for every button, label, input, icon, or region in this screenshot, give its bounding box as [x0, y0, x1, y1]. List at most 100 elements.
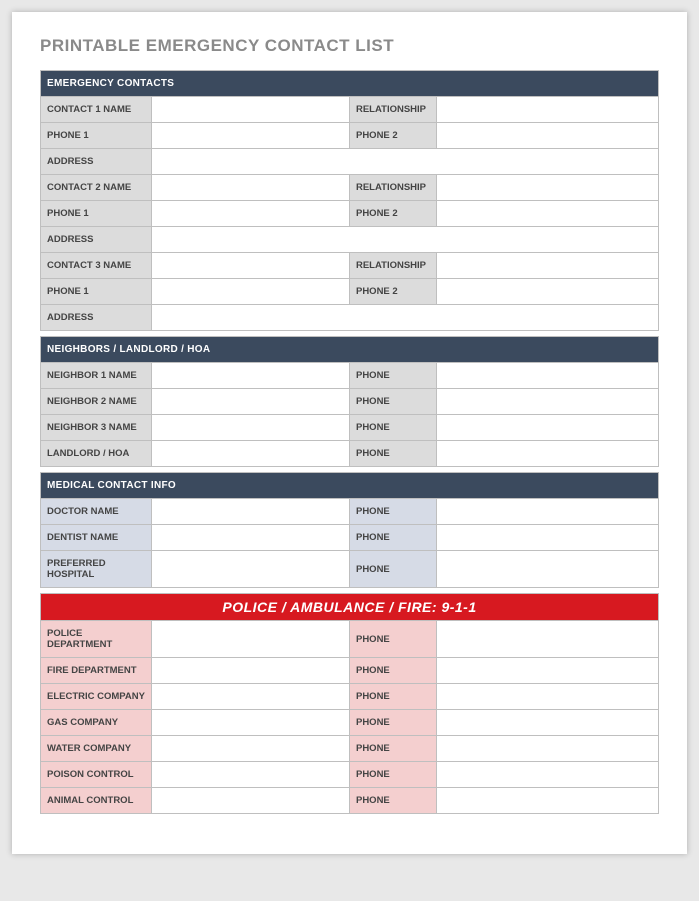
field-label: PHONE 1 — [41, 279, 152, 305]
field-value — [436, 499, 659, 525]
field-label: PREFERRED HOSPITAL — [41, 551, 152, 588]
table-row: LANDLORD / HOA PHONE — [41, 441, 659, 467]
table-row: FIRE DEPARTMENT PHONE — [41, 658, 659, 684]
field-value — [152, 525, 350, 551]
field-label: ELECTRIC COMPANY — [41, 684, 152, 710]
field-value — [152, 97, 350, 123]
table-row: POISON CONTROL PHONE — [41, 762, 659, 788]
contact-row: CONTACT 1 NAME RELATIONSHIP — [41, 97, 659, 123]
field-label: PHONE 2 — [349, 201, 436, 227]
field-value — [436, 710, 659, 736]
field-value — [436, 684, 659, 710]
field-label: FIRE DEPARTMENT — [41, 658, 152, 684]
table-row: WATER COMPANY PHONE — [41, 736, 659, 762]
table-row: PREFERRED HOSPITAL PHONE — [41, 551, 659, 588]
field-label: NEIGHBOR 2 NAME — [41, 389, 152, 415]
section-header-emergency: EMERGENCY CONTACTS — [41, 71, 659, 97]
field-label: PHONE — [349, 499, 436, 525]
table-row: POLICE DEPARTMENT PHONE — [41, 621, 659, 658]
field-value — [152, 710, 350, 736]
table-row: NEIGHBOR 3 NAME PHONE — [41, 415, 659, 441]
section-header-label: POLICE / AMBULANCE / FIRE: 9-1-1 — [41, 594, 659, 621]
field-label: ADDRESS — [41, 305, 152, 331]
field-label: PHONE 2 — [349, 123, 436, 149]
section-header-label: MEDICAL CONTACT INFO — [41, 473, 659, 499]
field-label: RELATIONSHIP — [349, 175, 436, 201]
field-value — [152, 363, 350, 389]
field-value — [152, 621, 350, 658]
contact-row: CONTACT 2 NAME RELATIONSHIP — [41, 175, 659, 201]
field-value — [152, 123, 350, 149]
table-row: ANIMAL CONTROL PHONE — [41, 788, 659, 814]
contact-row: ADDRESS — [41, 227, 659, 253]
field-value — [152, 149, 659, 175]
field-label: WATER COMPANY — [41, 736, 152, 762]
table-row: ELECTRIC COMPANY PHONE — [41, 684, 659, 710]
field-value — [152, 441, 350, 467]
field-label: CONTACT 1 NAME — [41, 97, 152, 123]
field-value — [152, 415, 350, 441]
contact-row: CONTACT 3 NAME RELATIONSHIP — [41, 253, 659, 279]
field-label: ANIMAL CONTROL — [41, 788, 152, 814]
field-value — [436, 736, 659, 762]
contact-row: PHONE 1 PHONE 2 — [41, 123, 659, 149]
field-value — [152, 762, 350, 788]
section-header-label: NEIGHBORS / LANDLORD / HOA — [41, 337, 659, 363]
table-row: DENTIST NAME PHONE — [41, 525, 659, 551]
field-label: PHONE — [349, 762, 436, 788]
field-label: PHONE — [349, 415, 436, 441]
field-value — [436, 279, 659, 305]
table-row: DOCTOR NAME PHONE — [41, 499, 659, 525]
contact-row: ADDRESS — [41, 305, 659, 331]
field-value — [152, 175, 350, 201]
field-label: PHONE — [349, 441, 436, 467]
field-label: CONTACT 3 NAME — [41, 253, 152, 279]
field-value — [436, 551, 659, 588]
field-value — [152, 253, 350, 279]
field-value — [152, 788, 350, 814]
field-label: NEIGHBOR 1 NAME — [41, 363, 152, 389]
section-header-urgent: POLICE / AMBULANCE / FIRE: 9-1-1 — [41, 594, 659, 621]
field-value — [152, 736, 350, 762]
table-row: NEIGHBOR 2 NAME PHONE — [41, 389, 659, 415]
field-label: RELATIONSHIP — [349, 97, 436, 123]
field-value — [436, 658, 659, 684]
page-title: PRINTABLE EMERGENCY CONTACT LIST — [40, 36, 659, 56]
field-label: PHONE 2 — [349, 279, 436, 305]
field-label: POISON CONTROL — [41, 762, 152, 788]
field-value — [436, 621, 659, 658]
field-label: PHONE — [349, 525, 436, 551]
field-value — [436, 363, 659, 389]
field-label: RELATIONSHIP — [349, 253, 436, 279]
field-value — [436, 253, 659, 279]
field-value — [436, 788, 659, 814]
field-value — [152, 684, 350, 710]
field-label: GAS COMPANY — [41, 710, 152, 736]
field-value — [436, 389, 659, 415]
field-label: PHONE — [349, 788, 436, 814]
field-value — [152, 499, 350, 525]
table-row: NEIGHBOR 1 NAME PHONE — [41, 363, 659, 389]
contact-row: PHONE 1 PHONE 2 — [41, 201, 659, 227]
field-label: POLICE DEPARTMENT — [41, 621, 152, 658]
field-label: ADDRESS — [41, 149, 152, 175]
field-label: PHONE 1 — [41, 201, 152, 227]
field-value — [152, 279, 350, 305]
field-value — [436, 175, 659, 201]
section-header-medical: MEDICAL CONTACT INFO — [41, 473, 659, 499]
field-label: PHONE 1 — [41, 123, 152, 149]
field-label: PHONE — [349, 621, 436, 658]
field-label: PHONE — [349, 684, 436, 710]
contact-row: PHONE 1 PHONE 2 — [41, 279, 659, 305]
table-row: GAS COMPANY PHONE — [41, 710, 659, 736]
field-label: CONTACT 2 NAME — [41, 175, 152, 201]
field-label: PHONE — [349, 551, 436, 588]
field-value — [436, 123, 659, 149]
field-label: PHONE — [349, 389, 436, 415]
field-value — [436, 201, 659, 227]
field-value — [436, 97, 659, 123]
field-value — [436, 415, 659, 441]
field-label: DENTIST NAME — [41, 525, 152, 551]
field-label: LANDLORD / HOA — [41, 441, 152, 467]
section-header-neighbors: NEIGHBORS / LANDLORD / HOA — [41, 337, 659, 363]
